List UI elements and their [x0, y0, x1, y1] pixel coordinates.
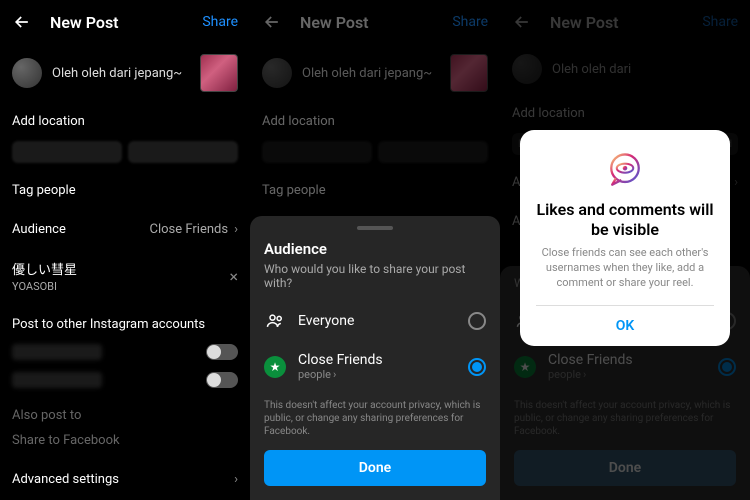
dialog-ok-button[interactable]: OK	[536, 305, 714, 346]
account-name-redacted	[12, 344, 102, 360]
sheet-subtitle: Who would you like to share your post wi…	[264, 262, 486, 290]
avatar	[262, 58, 292, 88]
music-row[interactable]: 優しい彗星 YOASOBI ×	[0, 249, 250, 303]
share-button[interactable]: Share	[202, 14, 238, 30]
add-location-label: Add location	[262, 114, 335, 129]
compose-row: Oleh oleh dari jepang~	[250, 44, 500, 102]
also-post-label: Also post to	[0, 394, 250, 429]
screen-new-post: New Post Share Oleh oleh dari jepang~ Ad…	[0, 0, 250, 500]
option-label: Close Friends	[298, 352, 456, 368]
option-everyone[interactable]: Everyone	[264, 300, 486, 342]
back-icon[interactable]	[12, 12, 32, 32]
option-sublabel: people	[298, 368, 331, 381]
visibility-dialog: Likes and comments will be visible Close…	[520, 130, 730, 346]
add-location-row: Add location	[250, 102, 500, 141]
option-close-friends[interactable]: ★ Close Friends people ›	[264, 342, 486, 391]
chevron-right-icon: ›	[234, 472, 238, 487]
media-thumbnail	[450, 54, 488, 92]
location-chip[interactable]	[12, 141, 122, 163]
people-icon	[264, 310, 286, 332]
music-title: 優しい彗星	[12, 259, 77, 278]
tag-people-row: Tag people	[250, 171, 500, 210]
add-location-label: Add location	[12, 114, 85, 129]
dialog-title: Likes and comments will be visible	[536, 200, 714, 240]
audience-label: Audience	[12, 222, 66, 237]
location-chips	[0, 141, 250, 171]
account-toggle[interactable]	[206, 344, 238, 360]
location-chip	[378, 141, 488, 163]
caption-input[interactable]: Oleh oleh dari jepang~	[52, 66, 190, 81]
avatar[interactable]	[12, 58, 42, 88]
media-thumbnail[interactable]	[200, 54, 238, 92]
location-chips	[250, 141, 500, 171]
post-other-label: Post to other Instagram accounts	[0, 303, 250, 338]
sheet-title: Audience	[264, 240, 486, 258]
drag-handle[interactable]	[357, 226, 393, 230]
header: New Post Share	[0, 0, 250, 44]
page-title: New Post	[300, 13, 452, 32]
eye-chat-icon	[603, 148, 647, 192]
account-toggle[interactable]	[206, 372, 238, 388]
compose-row: Oleh oleh dari jepang~	[0, 44, 250, 102]
advanced-settings-row[interactable]: Advanced settings ›	[0, 460, 250, 499]
dialog-body: Close friends can see each other's usern…	[536, 246, 714, 291]
location-chip[interactable]	[128, 141, 238, 163]
chevron-right-icon: ›	[234, 222, 238, 237]
audience-row[interactable]: Audience Close Friends ›	[0, 210, 250, 249]
tag-people-row[interactable]: Tag people	[0, 171, 250, 210]
option-label: Everyone	[298, 313, 456, 329]
caption-input: Oleh oleh dari jepang~	[302, 66, 440, 81]
account-name-redacted	[12, 372, 102, 388]
share-facebook-label: Share to Facebook	[12, 433, 120, 448]
header: New Post Share	[250, 0, 500, 44]
add-location-row[interactable]: Add location	[0, 102, 250, 141]
radio-everyone[interactable]	[468, 312, 486, 330]
tag-people-label: Tag people	[262, 183, 326, 198]
radio-close-friends[interactable]	[468, 358, 486, 376]
chevron-right-icon: ›	[333, 368, 336, 381]
account-row	[0, 338, 250, 366]
remove-music-icon[interactable]: ×	[229, 267, 238, 286]
share-facebook-row[interactable]: Share to Facebook	[0, 429, 250, 460]
location-chip	[262, 141, 372, 163]
sheet-note: This doesn't affect your account privacy…	[264, 399, 486, 438]
screen-audience-sheet: New Post Share Oleh oleh dari jepang~ Ad…	[250, 0, 500, 500]
audience-sheet: Audience Who would you like to share you…	[250, 216, 500, 500]
star-icon: ★	[264, 356, 286, 378]
tag-people-label: Tag people	[12, 183, 76, 198]
share-button[interactable]: Share	[452, 14, 488, 30]
page-title: New Post	[50, 13, 202, 32]
account-row	[0, 366, 250, 394]
screen-dialog: New Post Share Oleh oleh dari Add locati…	[500, 0, 750, 500]
advanced-settings-label: Advanced settings	[12, 472, 119, 487]
audience-value: Close Friends	[150, 222, 229, 237]
done-button[interactable]: Done	[264, 450, 486, 486]
back-icon[interactable]	[262, 12, 282, 32]
music-artist: YOASOBI	[12, 280, 77, 293]
